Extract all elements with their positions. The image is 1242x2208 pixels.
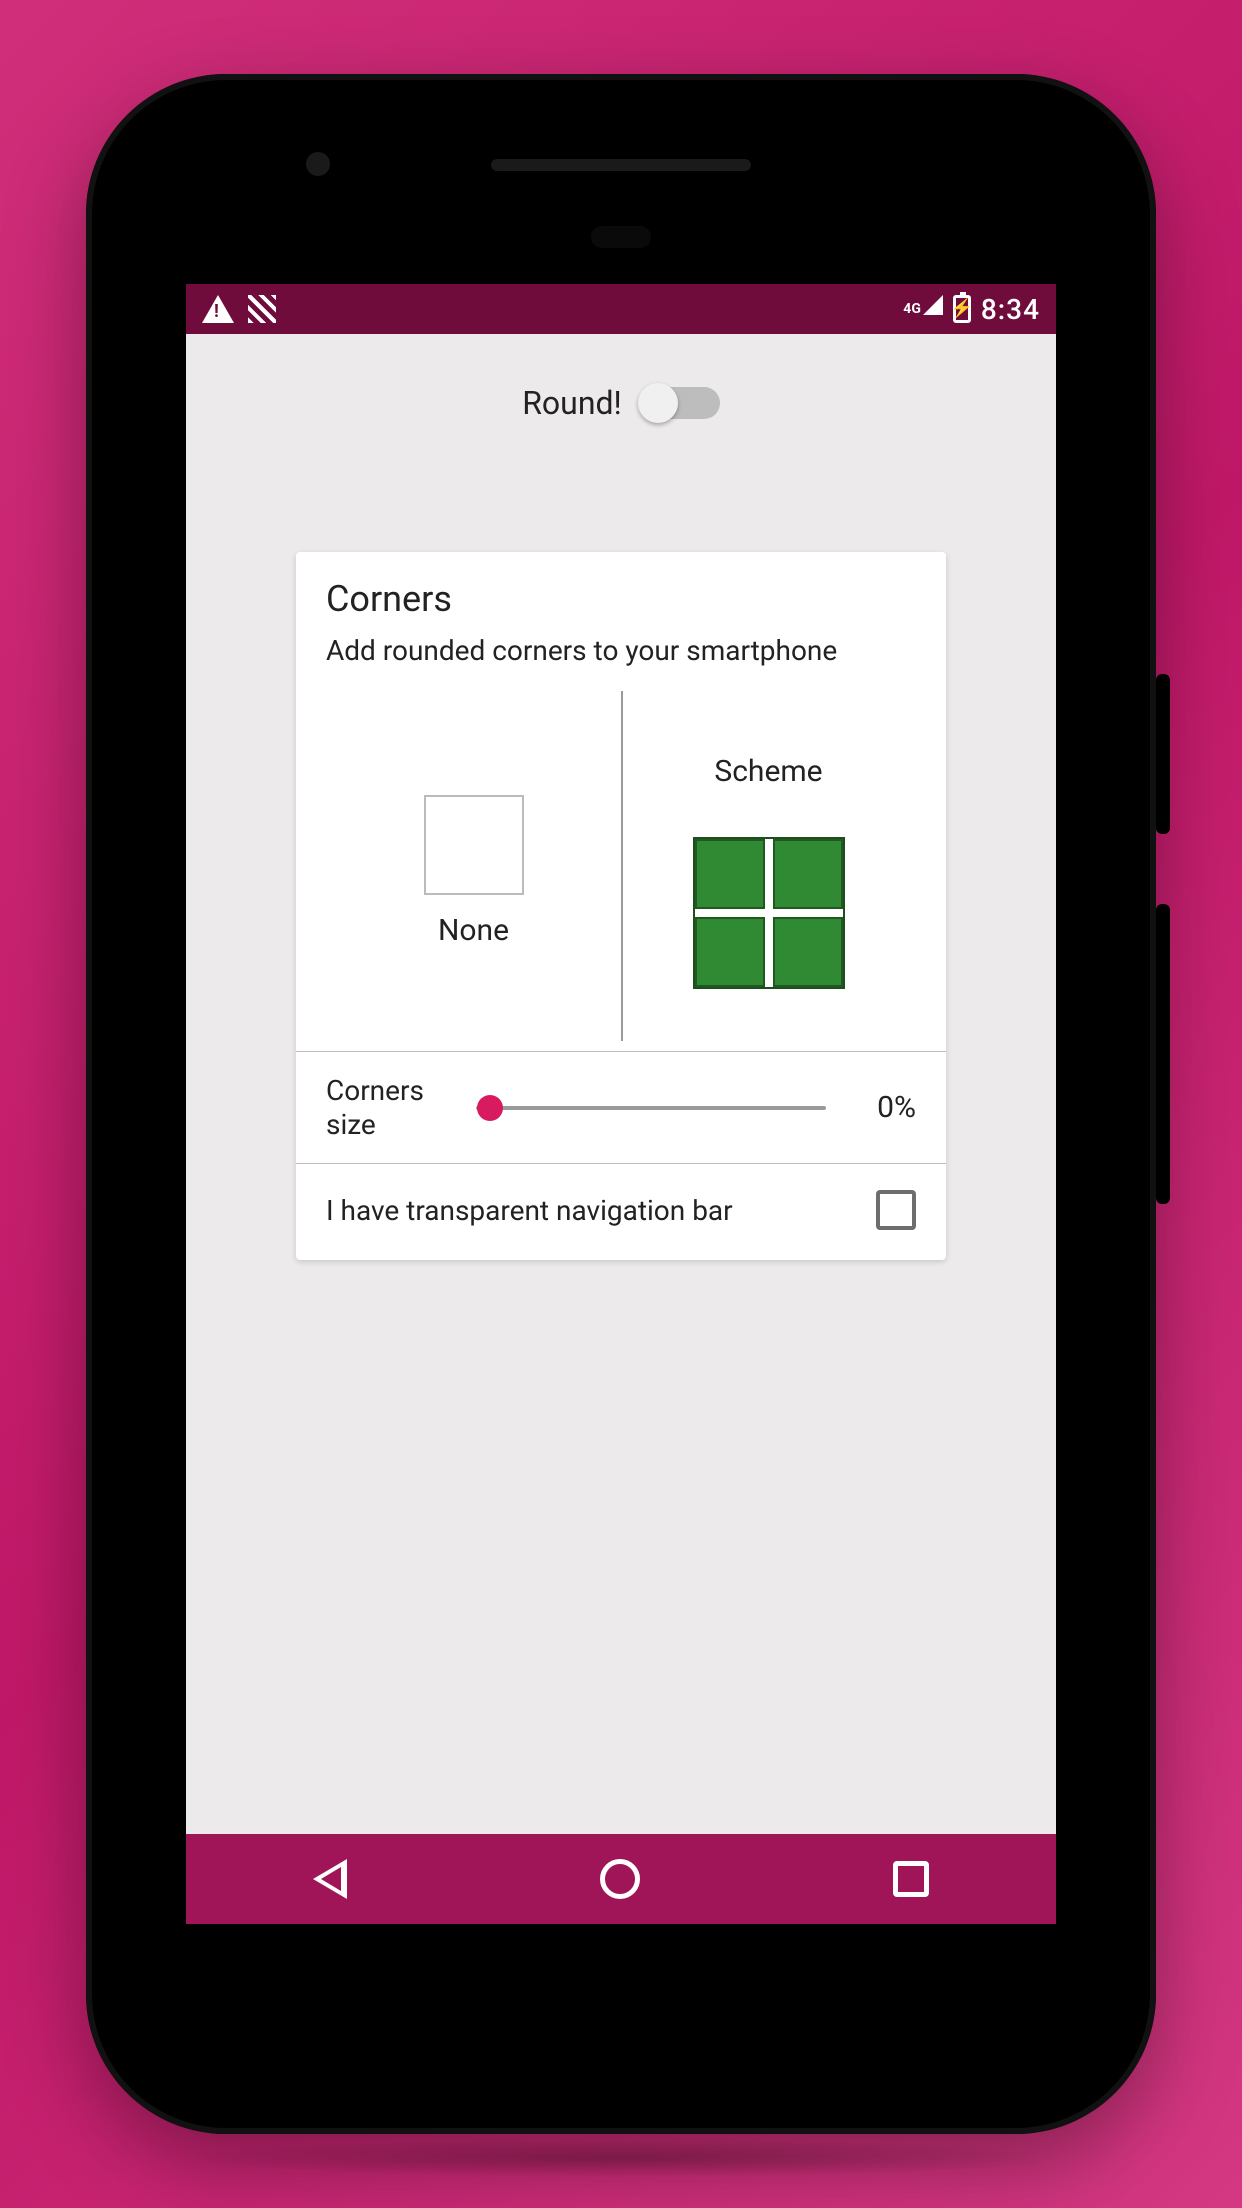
app-content: Round! Corners Add rounded corners to yo… — [186, 334, 1056, 1260]
corners-card: Corners Add rounded corners to your smar… — [296, 552, 946, 1260]
slider-thumb-icon — [477, 1095, 503, 1121]
none-preview-icon — [424, 795, 524, 895]
android-nav-bar — [186, 1834, 1056, 1924]
corners-size-row: Corners size 0% — [326, 1052, 916, 1163]
network-signal-icon: 4G — [903, 301, 943, 317]
card-title: Corners — [326, 578, 916, 620]
vertical-divider — [621, 691, 623, 1041]
phone-sensor-pill — [591, 226, 651, 248]
round-toggle[interactable] — [640, 387, 720, 419]
option-scheme[interactable]: Scheme — [621, 691, 916, 1051]
warning-icon — [202, 295, 234, 323]
scheme-preview-icon — [693, 837, 845, 989]
nav-recent-icon[interactable] — [893, 1861, 929, 1897]
phone-camera — [306, 152, 330, 176]
hatch-icon — [248, 295, 276, 323]
phone-speaker — [491, 159, 751, 171]
screen: 4G ⚡ 8:34 Round! Corners Add rounded cor… — [186, 284, 1056, 1924]
corner-style-options: None Scheme — [326, 691, 916, 1051]
transparent-nav-checkbox[interactable] — [876, 1190, 916, 1230]
toggle-knob-icon — [638, 383, 678, 423]
round-toggle-label: Round! — [522, 384, 622, 422]
phone-shadow — [171, 2138, 1071, 2178]
corners-size-label: Corners size — [326, 1074, 456, 1141]
option-none-label: None — [438, 913, 509, 948]
option-none[interactable]: None — [326, 691, 621, 1051]
status-bar: 4G ⚡ 8:34 — [186, 284, 1056, 334]
card-subtitle: Add rounded corners to your smartphone — [326, 634, 916, 667]
round-toggle-row: Round! — [186, 384, 1056, 422]
battery-charging-icon: ⚡ — [953, 295, 971, 323]
corners-size-slider[interactable] — [476, 1106, 826, 1110]
transparent-nav-label: I have transparent navigation bar — [326, 1194, 733, 1227]
status-time: 8:34 — [981, 293, 1040, 326]
option-scheme-label: Scheme — [714, 754, 822, 789]
phone-frame: 4G ⚡ 8:34 Round! Corners Add rounded cor… — [86, 74, 1156, 2134]
nav-back-icon[interactable] — [313, 1859, 347, 1899]
corners-size-value: 0% — [846, 1090, 916, 1125]
nav-home-icon[interactable] — [600, 1859, 640, 1899]
transparent-nav-row[interactable]: I have transparent navigation bar — [326, 1164, 916, 1260]
